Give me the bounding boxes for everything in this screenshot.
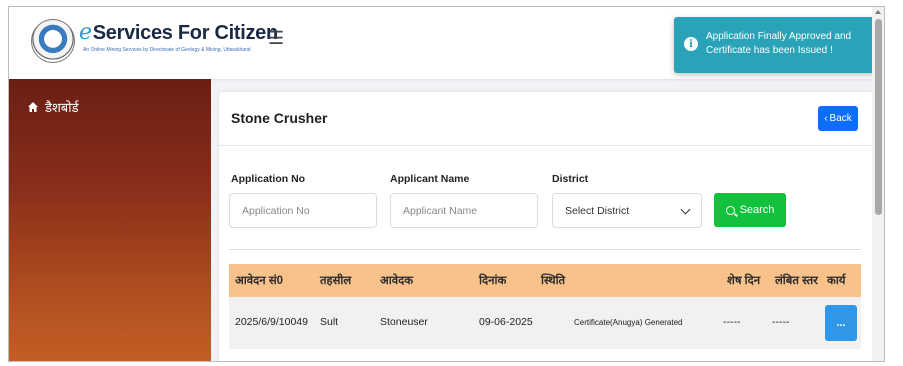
scrollbar-thumb[interactable] (875, 19, 882, 215)
notification-message: Application Finally Approved and Certifi… (706, 31, 852, 56)
cell-status: Certificate(Anugya) Generated (574, 318, 683, 327)
row-action-button[interactable]: ... (825, 305, 857, 341)
info-icon: i (684, 37, 698, 51)
column-header: आवेदक (380, 275, 414, 287)
home-icon (28, 102, 38, 112)
scroll-up-arrow-icon[interactable] (875, 10, 881, 14)
chevron-left-icon: ‹ (824, 113, 828, 124)
column-header: दिनांक (479, 275, 507, 287)
divider (229, 249, 861, 250)
emblem-logo (31, 19, 75, 63)
search-button[interactable]: Search (714, 193, 786, 227)
browser-frame: eServices For Citizen An Online Mining S… (8, 6, 885, 362)
column-header: लंबित स्तर (775, 275, 818, 287)
back-label: Back (829, 113, 852, 124)
district-select[interactable]: Select District (552, 193, 702, 228)
column-header: आवेदन सं0 (235, 275, 284, 287)
cell-pending-level: ----- (772, 316, 790, 328)
back-button[interactable]: ‹ Back (818, 106, 858, 131)
divider (219, 145, 873, 146)
application-no-label: Application No (231, 173, 306, 185)
brand-title: Services For Citizen (92, 22, 278, 44)
column-header: शेष दिन (727, 275, 761, 287)
application-no-placeholder: Application No (242, 204, 310, 217)
brand-subtitle: An Online Mining Services by Directorate… (83, 47, 251, 53)
cell-days-left: ----- (723, 316, 741, 328)
column-header: स्थिति (541, 275, 566, 287)
search-label: Search (739, 204, 775, 216)
applicant-name-input[interactable]: Applicant Name (390, 193, 538, 228)
chevron-down-icon (680, 204, 691, 215)
cell-applicant: Stoneuser (380, 316, 428, 328)
notification-toast[interactable]: i Application Finally Approved and Certi… (674, 17, 877, 73)
brand-prefix: e (79, 20, 92, 45)
applicant-name-label: Applicant Name (390, 173, 470, 185)
district-selected-value: Select District (565, 204, 630, 217)
page-title: Stone Crusher (231, 110, 328, 126)
main-card: Stone Crusher ‹ Back Application No Appl… (219, 92, 873, 361)
cell-application-no: 2025/6/9/10049 (235, 316, 308, 328)
vertical-scrollbar[interactable] (872, 7, 884, 361)
column-header: तहसील (320, 275, 352, 287)
sidebar-item-label: डैशबोर्ड (45, 100, 79, 115)
applicant-name-placeholder: Applicant Name (403, 204, 478, 217)
table-header: आवेदन सं0 तहसील आवेदक दिनांक स्थिति शेष … (229, 264, 861, 297)
app-brand: eServices For Citizen (79, 20, 278, 45)
sidebar: डैशबोर्ड (9, 79, 211, 361)
application-no-input[interactable]: Application No (229, 193, 377, 228)
more-icon: ... (836, 317, 846, 329)
sidebar-item-dashboard[interactable]: डैशबोर्ड (27, 98, 79, 116)
search-icon (725, 205, 735, 215)
cell-tehsil: Sult (320, 316, 339, 328)
hamburger-icon[interactable]: ☰ (268, 28, 284, 49)
cell-date: 09-06-2025 (479, 316, 533, 328)
column-header: कार्य (827, 275, 846, 287)
table-row: 2025/6/9/10049 Sult Stoneuser 09-06-2025… (229, 297, 861, 349)
district-label: District (552, 173, 589, 185)
